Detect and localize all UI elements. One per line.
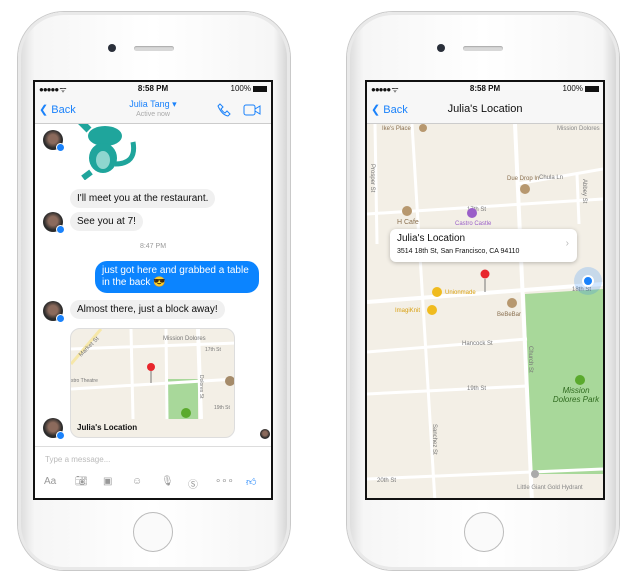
message-bubble: I'll meet you at the restaurant. (70, 189, 216, 208)
place-label: ImagiKnit (395, 308, 420, 314)
place-label: Mission Dolores (557, 126, 600, 132)
avatar[interactable] (43, 130, 65, 152)
location-map[interactable]: Prosper St 17th St 18th St Hancock St 19… (367, 124, 603, 500)
presence-status: Active now (136, 111, 170, 118)
battery: 100% (231, 84, 267, 93)
street-label: 20th St (377, 478, 396, 484)
messenger-badge-icon (56, 143, 65, 152)
street-label: Prosper St (369, 164, 375, 193)
avatar[interactable] (43, 301, 65, 323)
front-camera (437, 44, 445, 52)
messenger-badge-icon (56, 314, 65, 323)
user-location-icon (582, 275, 594, 287)
message-input[interactable]: Type a message... (45, 455, 110, 464)
status-bar: ●●●●● ᯤ 8:58 PM 100% (35, 82, 271, 96)
camera-icon[interactable]: 📷︎ (75, 476, 88, 487)
location-header: ❮ Back Julia's Location (367, 96, 603, 124)
battery-icon (585, 85, 599, 92)
map-label: 17th St (205, 347, 221, 353)
cafe-icon (402, 206, 412, 216)
phone-icon[interactable] (217, 103, 231, 117)
place-label: Ike's Place (382, 126, 411, 132)
battery-icon (253, 85, 267, 92)
place-label: Unionmade (445, 290, 476, 296)
location-map-thumbnail: Market St Mission Dolores 17th St stro T… (71, 329, 234, 420)
chat-header: ❮ Back Julia Tang ▾ Active now (35, 96, 271, 124)
battery: 100% (563, 84, 599, 93)
restaurant-icon (520, 184, 530, 194)
location-pin-icon (480, 269, 490, 279)
location-screen: Prosper St 17th St 18th St Hancock St 19… (365, 80, 605, 500)
restaurant-icon (419, 124, 427, 132)
photo-icon[interactable]: ▣ (103, 476, 112, 487)
smiley-icon[interactable]: ☺ (132, 476, 142, 487)
map-label: Dolores St (198, 375, 204, 399)
speaker (134, 46, 174, 51)
contact-name[interactable]: Julia Tang ▾ (35, 99, 271, 110)
avatar[interactable] (43, 418, 65, 440)
street-label: Church St (527, 346, 533, 373)
more-icon[interactable]: ∘∘∘ (215, 476, 234, 487)
park-icon (575, 375, 585, 385)
status-bar: ●●●●● ᯤ 8:58 PM 100% (367, 82, 603, 96)
avatar[interactable] (43, 212, 65, 234)
restaurant-icon (507, 298, 517, 308)
divider (35, 446, 271, 447)
map-label: 19th St (214, 405, 230, 411)
map-label: stro Theatre (71, 378, 98, 384)
location-callout[interactable]: Julia's Location 3514 18th St, San Franc… (390, 229, 577, 262)
message-bubble: See you at 7! (70, 212, 143, 231)
home-button[interactable] (133, 512, 173, 552)
timestamp: 8:47 PM (139, 243, 167, 250)
place-label: Castro Castle (455, 221, 492, 227)
place-label: BeBeBar (497, 312, 521, 318)
messenger-screen: ●●●●● ᯤ 8:58 PM 100% ❮ Back Julia Tang ▾… (33, 80, 273, 500)
street-label: 19th St (467, 386, 486, 392)
read-receipt-avatar (260, 429, 270, 439)
street-label: Chula Ln (539, 175, 563, 181)
place-label: Due Drop In (507, 176, 539, 182)
dollar-icon[interactable]: Ⓢ (188, 476, 198, 491)
map-label: Mission Dolores (163, 336, 206, 342)
place-label: H Cafe (397, 219, 419, 226)
page-title: Julia's Location (447, 103, 523, 115)
messenger-badge-icon (56, 225, 65, 234)
shopping-icon (432, 287, 442, 297)
location-card-title: Julia's Location (77, 423, 138, 432)
place-icon (467, 208, 477, 218)
video-camera-icon[interactable] (243, 104, 261, 116)
street-label: Hancock St (462, 341, 493, 347)
hydrant-icon (531, 470, 539, 478)
messenger-badge-icon (56, 431, 65, 440)
location-card[interactable]: Market St Mission Dolores 17th St stro T… (70, 328, 235, 438)
callout-address: 3514 18th St, San Francisco, CA 94110 (397, 248, 520, 255)
callout-title: Julia's Location (397, 233, 466, 244)
home-button[interactable] (464, 512, 504, 552)
street-label: Sanchez St (431, 424, 437, 455)
microphone-icon[interactable]: 🎙︎ (161, 476, 174, 487)
park-label: Mission Dolores Park (552, 386, 600, 404)
message-bubble-sent: just got here and grabbed a table in the… (95, 261, 259, 293)
monkey-sticker (78, 124, 137, 180)
shopping-icon (427, 305, 437, 315)
front-camera (108, 44, 116, 52)
chevron-right-icon[interactable]: › (566, 238, 569, 249)
text-format-button[interactable]: Aa (44, 476, 56, 487)
thumbs-up-icon[interactable]: 👍︎ (246, 476, 256, 488)
message-bubble: Almost there, just a block away! (70, 300, 225, 319)
speaker (463, 46, 503, 51)
place-label: Little Giant Gold Hydrant (517, 485, 583, 491)
street-label: Abbey St (581, 179, 587, 204)
